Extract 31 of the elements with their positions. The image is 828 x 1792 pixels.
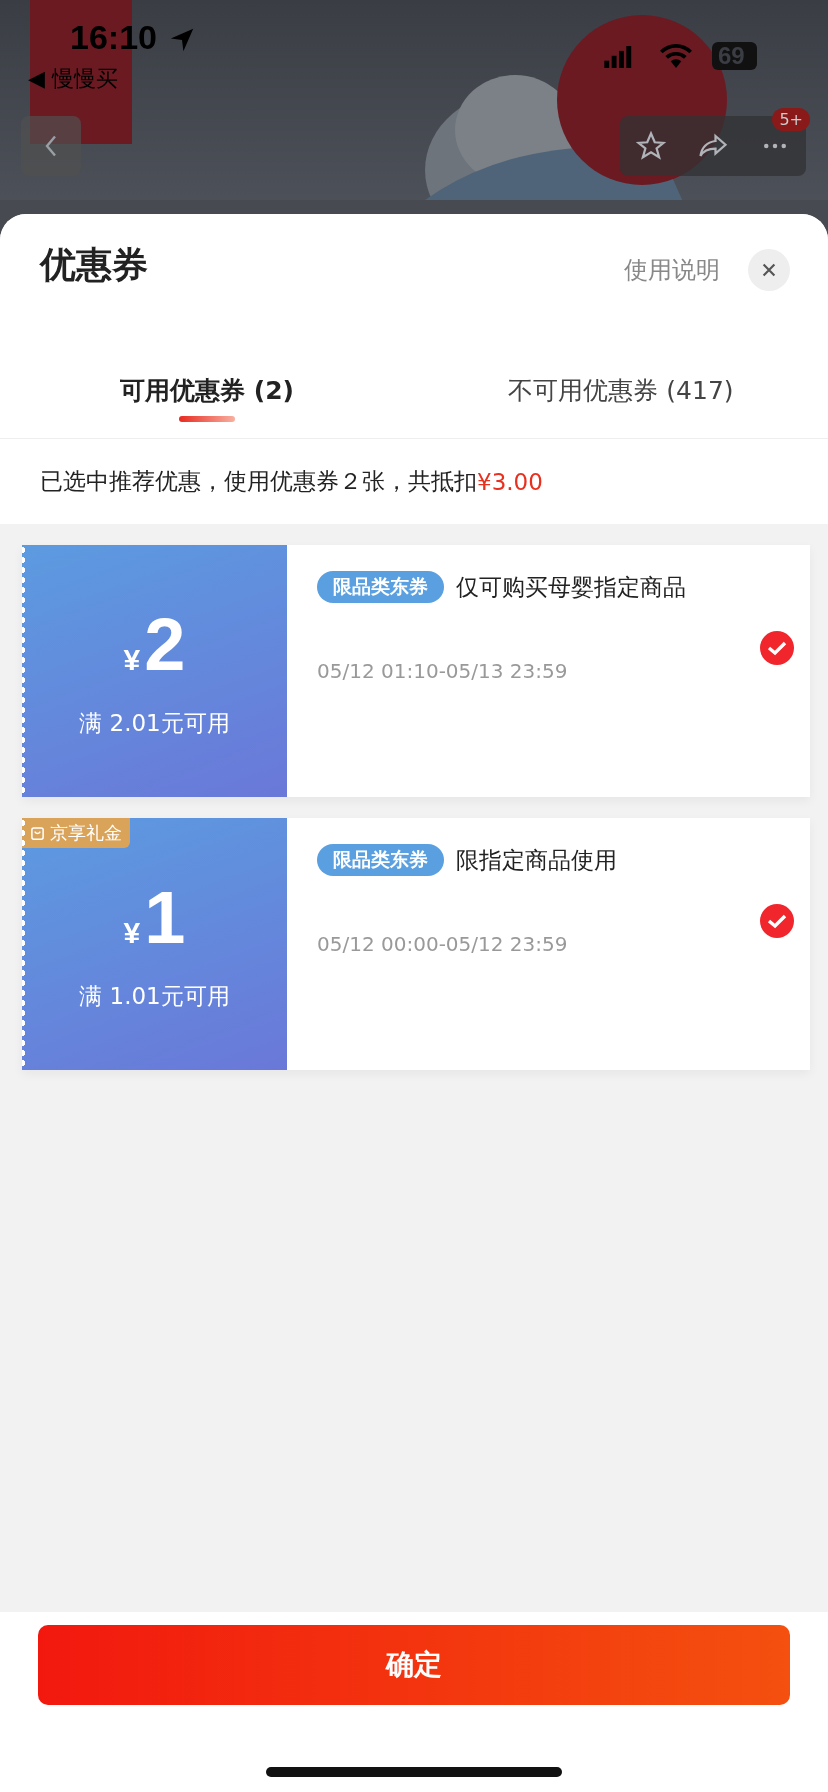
signal-icon — [604, 46, 634, 68]
currency-sign: ¥ — [123, 915, 141, 950]
coupon-tag: 限品类东券 — [317, 844, 444, 876]
discount-amount: ¥3.00 — [477, 468, 543, 495]
coupon-card[interactable]: 京享礼金 ¥1 满 1.01元可用 限品类东券 限指定商品使用 05/12 00:00-05/12 23:59 — [22, 818, 810, 1070]
coupon-condition: 满 2.01元可用 — [79, 708, 230, 738]
star-icon[interactable] — [636, 131, 666, 161]
chevron-left-icon — [43, 133, 59, 159]
status-time: 16:10 — [70, 18, 157, 57]
coupon-title: 限指定商品使用 — [456, 845, 617, 875]
wifi-icon — [660, 44, 692, 68]
summary-text: 已选中推荐优惠，使用优惠券２张，共抵扣 — [40, 467, 477, 496]
coupon-validity: 05/12 01:10-05/13 23:59 — [317, 659, 569, 683]
usage-instructions-link[interactable]: 使用说明 — [624, 254, 720, 286]
coupon-validity: 05/12 00:00-05/12 23:59 — [317, 932, 569, 956]
gift-badge: 京享礼金 — [22, 818, 130, 848]
confirm-button[interactable]: 确定 — [38, 1625, 790, 1705]
close-icon — [760, 261, 778, 279]
coupon-title: 仅可购买母婴指定商品 — [456, 572, 686, 602]
sheet-title: 优惠券 — [40, 242, 149, 287]
coupon-amount: 2 — [144, 607, 186, 682]
coupon-card[interactable]: ¥2 满 2.01元可用 限品类东券 仅可购买母婴指定商品 05/12 01:10-05/13 23:59 — [22, 545, 810, 797]
checkbox[interactable] — [760, 631, 794, 665]
coupon-condition: 满 1.01元可用 — [79, 981, 230, 1011]
coupon-amount: 1 — [144, 880, 186, 955]
location-arrow-icon — [168, 26, 196, 54]
close-button[interactable] — [748, 249, 790, 291]
currency-sign: ¥ — [123, 642, 141, 677]
notification-badge: 5+ — [772, 108, 810, 131]
coupon-tag: 限品类东券 — [317, 571, 444, 603]
checkbox[interactable] — [760, 904, 794, 938]
